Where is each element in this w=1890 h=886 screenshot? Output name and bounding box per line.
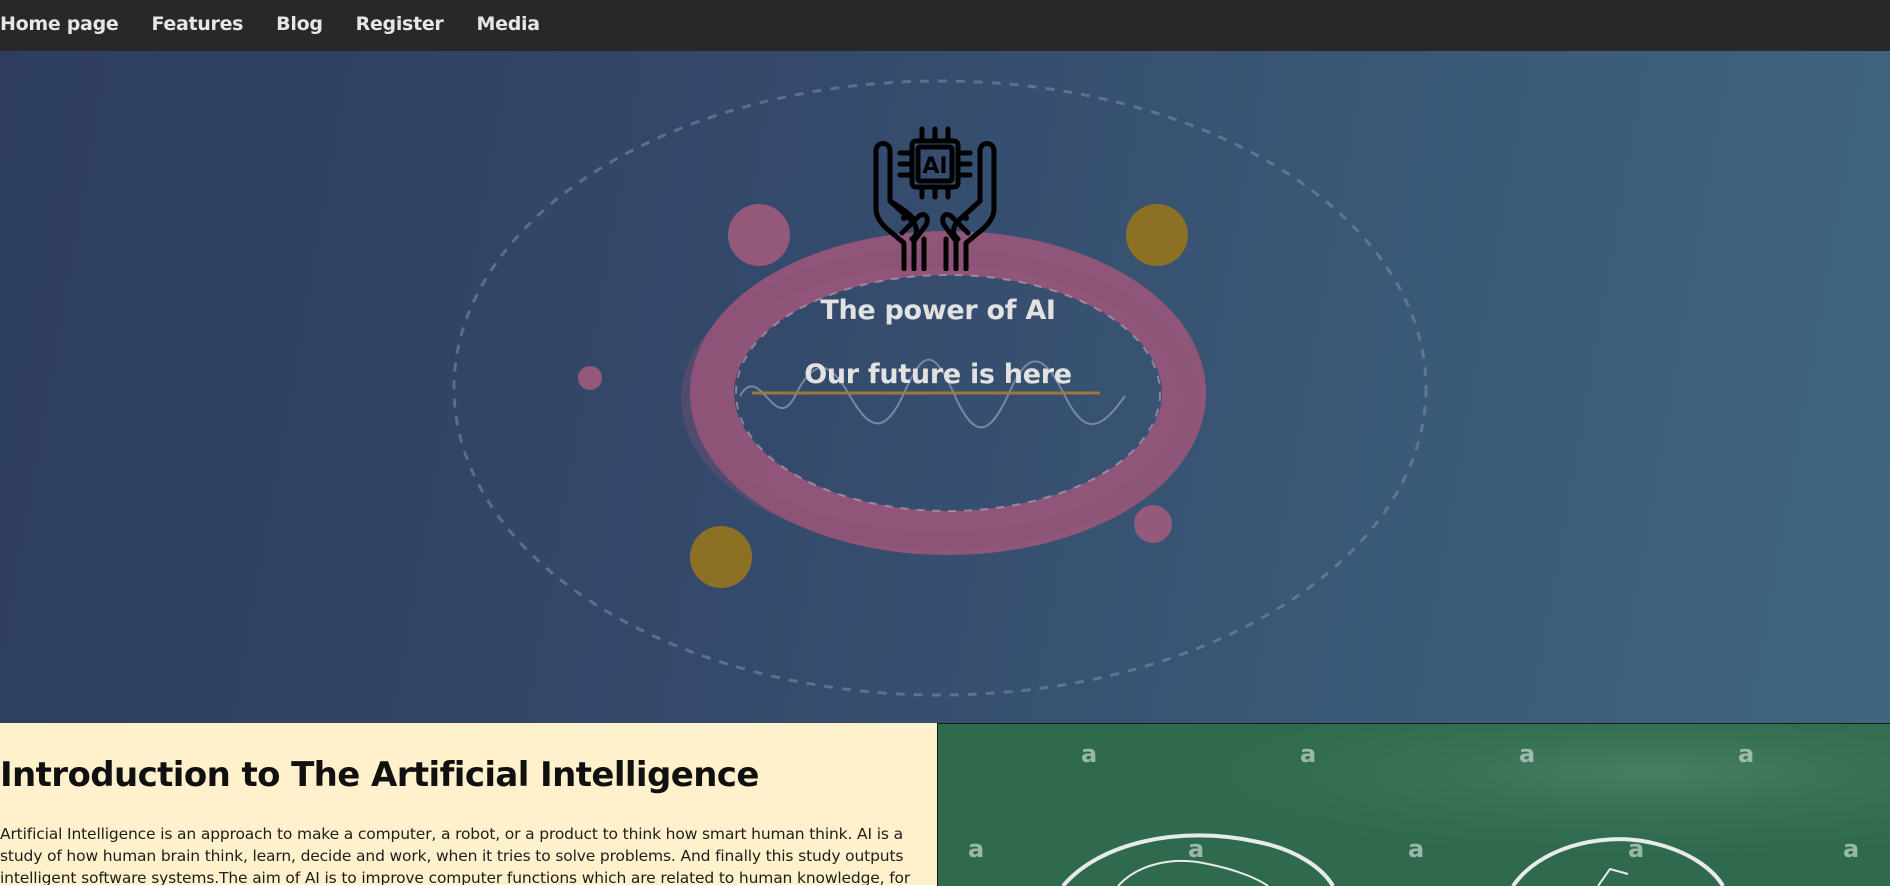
gold-dot bbox=[690, 526, 752, 588]
pink-dot bbox=[728, 204, 790, 266]
watermark: a bbox=[1519, 740, 1535, 768]
watermark: a bbox=[968, 835, 984, 863]
chalkboard-image: a a a a a a a a a bbox=[937, 723, 1890, 886]
intro-section: Introduction to The Artificial Intellige… bbox=[0, 723, 937, 885]
hero-subtitle: Our future is here bbox=[804, 359, 1072, 390]
chalkboard-brain-drawing: a a a a a a a a a bbox=[938, 724, 1890, 886]
nav-home-page[interactable]: Home page bbox=[0, 13, 119, 35]
hero-banner: AI The power of AI Our future is here bbox=[0, 51, 1890, 724]
watermark: a bbox=[1300, 740, 1316, 768]
watermark: a bbox=[1843, 835, 1859, 863]
watermark: a bbox=[1738, 740, 1754, 768]
intro-paragraph: Artificial Intelligence is an approach t… bbox=[0, 825, 911, 885]
watermark: a bbox=[1188, 835, 1204, 863]
nav-media[interactable]: Media bbox=[477, 13, 541, 35]
watermark: a bbox=[1081, 740, 1097, 768]
intro-heading: Introduction to The Artificial Intellige… bbox=[0, 755, 759, 795]
small-pink-dot bbox=[1134, 505, 1172, 543]
hero-title: The power of AI bbox=[820, 295, 1056, 326]
nav-blog[interactable]: Blog bbox=[276, 13, 323, 35]
top-nav: Home page Features Blog Register Media bbox=[0, 0, 1890, 51]
gold-dot bbox=[1126, 204, 1188, 266]
ai-chip-label: AI bbox=[922, 154, 947, 179]
watermark: a bbox=[1408, 835, 1424, 863]
nav-features[interactable]: Features bbox=[151, 13, 243, 35]
nav-register[interactable]: Register bbox=[356, 13, 444, 35]
ai-chip-hands-icon: AI bbox=[873, 126, 997, 271]
